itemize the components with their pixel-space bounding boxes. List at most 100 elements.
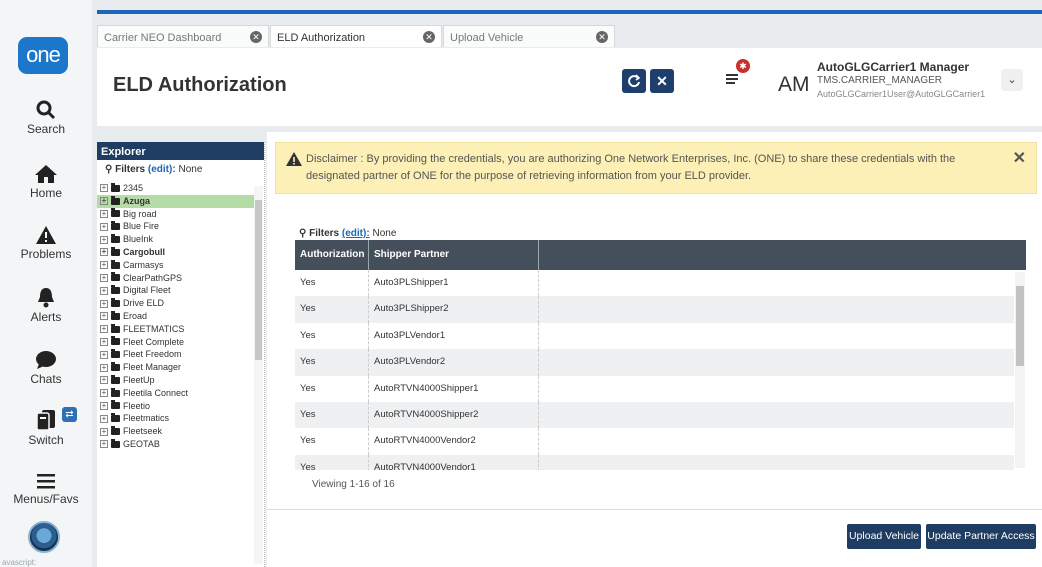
tab-upload-vehicle[interactable]: Upload Vehicle ✕ — [443, 25, 615, 47]
expand-icon[interactable]: + — [100, 350, 108, 359]
switch-icon — [36, 410, 55, 431]
table-row[interactable]: Yes Auto3PLShipper2 — [295, 296, 1014, 323]
refresh-button[interactable] — [622, 69, 646, 93]
tree-item-label: FleetUp — [123, 374, 155, 385]
tree-item[interactable]: + BlueInk — [97, 233, 254, 246]
close-page-button[interactable]: ✕ — [650, 69, 674, 93]
explorer-scrollbar[interactable] — [254, 186, 263, 564]
tree-item[interactable]: + Big road — [97, 208, 254, 221]
table-row[interactable]: Yes Auto3PLVendor2 — [295, 349, 1014, 376]
profile-avatar[interactable] — [28, 521, 60, 553]
left-nav-rail: one Search Home Problems Alerts Chats Sw… — [0, 0, 92, 567]
tab-eld-authorization[interactable]: ELD Authorization ✕ — [270, 25, 442, 47]
tree-item[interactable]: + Blue Fire — [97, 220, 254, 233]
app-logo[interactable]: one — [18, 37, 68, 74]
rail-alerts-label: Alerts — [30, 310, 62, 324]
expand-icon[interactable]: + — [100, 299, 108, 308]
cell-authorization: Yes — [295, 375, 369, 402]
tree-item[interactable]: + Fleetseek — [97, 425, 254, 438]
tree-item[interactable]: + FleetUp — [97, 374, 254, 387]
table-row[interactable]: Yes Auto3PLVendor1 — [295, 322, 1014, 350]
expand-icon[interactable]: + — [100, 363, 108, 372]
explorer-scroll-thumb[interactable] — [255, 200, 262, 360]
expand-icon[interactable]: + — [100, 235, 108, 244]
tree-item[interactable]: + Fleet Complete — [97, 336, 254, 349]
rail-alerts[interactable]: Alerts — [0, 286, 92, 324]
tree-item[interactable]: + FLEETMATICS — [97, 323, 254, 336]
tree-item[interactable]: + Drive ELD — [97, 297, 254, 310]
expand-icon[interactable]: + — [100, 184, 108, 193]
expand-icon[interactable]: + — [100, 209, 108, 218]
rail-home[interactable]: Home — [0, 164, 92, 200]
user-initials-avatar[interactable]: AM — [778, 73, 810, 97]
expand-icon[interactable]: + — [100, 222, 108, 231]
expand-icon[interactable]: + — [100, 261, 108, 270]
folder-icon — [111, 182, 120, 192]
tree-item[interactable]: + Carmasys — [97, 259, 254, 272]
expand-icon[interactable]: + — [100, 273, 108, 282]
tree-item-label: Fleet Complete — [123, 336, 185, 347]
filter-search-icon: ⚲ — [105, 164, 113, 175]
expand-icon[interactable]: + — [100, 401, 108, 410]
switch-badge-icon[interactable]: ⇄ — [62, 407, 77, 422]
column-header-authorization[interactable]: Authorization — [295, 240, 369, 270]
tree-item[interactable]: + Digital Fleet — [97, 284, 254, 297]
tree-item[interactable]: + Fleetio — [97, 400, 254, 413]
expand-icon[interactable]: + — [100, 337, 108, 346]
table-row[interactable]: Yes AutoRTVN4000Vendor2 — [295, 428, 1014, 455]
tree-item[interactable]: + Cargobull — [97, 246, 254, 259]
explorer-filters-edit-link[interactable]: (edit): — [148, 164, 176, 175]
grid-scroll-thumb[interactable] — [1016, 286, 1024, 366]
folder-icon — [111, 285, 120, 295]
tab-carrier-neo-dashboard[interactable]: Carrier NEO Dashboard ✕ — [97, 25, 269, 47]
expand-icon[interactable]: + — [100, 325, 108, 334]
expand-icon[interactable]: + — [100, 427, 108, 436]
table-row[interactable]: Yes Auto3PLShipper1 — [295, 270, 1014, 297]
table-row[interactable]: Yes AutoRTVN4000Shipper1 — [295, 375, 1014, 402]
rail-menus-favs[interactable]: Menus/Favs — [0, 472, 92, 506]
rail-problems-label: Problems — [20, 247, 72, 261]
upload-vehicle-button[interactable]: Upload Vehicle — [847, 524, 921, 549]
menu-icon[interactable] — [725, 72, 739, 86]
tree-item[interactable]: + Fleet Manager — [97, 361, 254, 374]
expand-icon[interactable]: + — [100, 440, 108, 449]
tree-item[interactable]: + Fleet Freedom — [97, 348, 254, 361]
column-header-shipper-partner[interactable]: Shipper Partner — [369, 240, 539, 270]
chat-icon — [36, 351, 56, 369]
expand-icon[interactable]: + — [100, 286, 108, 295]
tree-item-label: Fleetseek — [123, 426, 163, 437]
expand-icon[interactable]: + — [100, 376, 108, 385]
expand-icon[interactable]: + — [100, 248, 108, 257]
expand-icon[interactable]: + — [100, 414, 108, 423]
tree-item[interactable]: + GEOTAB — [97, 438, 254, 451]
rail-switch[interactable]: Switch — [0, 409, 92, 447]
tab-close-icon[interactable]: ✕ — [596, 31, 608, 43]
tab-label: Upload Vehicle — [450, 32, 524, 44]
tree-item[interactable]: + ClearPathGPS — [97, 272, 254, 285]
table-filters-value: None — [372, 228, 397, 239]
disclaimer-close-icon[interactable]: ✕ — [1013, 150, 1026, 167]
table-row[interactable]: Yes AutoRTVN4000Shipper2 — [295, 401, 1014, 429]
notification-badge-icon[interactable]: ✱ — [736, 59, 750, 73]
tree-item[interactable]: + Azuga — [97, 194, 254, 208]
tab-close-icon[interactable]: ✕ — [423, 31, 435, 43]
user-menu-dropdown[interactable]: ⌄ — [1001, 69, 1023, 91]
expand-icon[interactable]: + — [100, 197, 108, 206]
grid-scrollbar[interactable] — [1015, 272, 1025, 468]
tree-item[interactable]: + Eroad — [97, 310, 254, 323]
expand-icon[interactable]: + — [100, 389, 108, 398]
rail-search[interactable]: Search — [0, 100, 92, 136]
update-partner-access-button[interactable]: Update Partner Access — [926, 524, 1036, 549]
table-row[interactable]: Yes AutoRTVN4000Vendor1 — [295, 454, 1014, 470]
tree-item[interactable]: + Fleetmatics — [97, 412, 254, 425]
cell-shipper-partner: AutoRTVN4000Shipper1 — [369, 375, 539, 402]
tab-close-icon[interactable]: ✕ — [250, 31, 262, 43]
tab-label: Carrier NEO Dashboard — [104, 32, 222, 44]
tree-item[interactable]: +2345 — [97, 182, 254, 195]
cell-authorization: Yes — [295, 296, 369, 323]
table-filters-edit-link[interactable]: (edit): — [342, 228, 370, 239]
rail-chats[interactable]: Chats — [0, 350, 92, 386]
tree-item[interactable]: + Fleetila Connect — [97, 387, 254, 400]
expand-icon[interactable]: + — [100, 312, 108, 321]
rail-problems[interactable]: Problems — [0, 225, 92, 261]
